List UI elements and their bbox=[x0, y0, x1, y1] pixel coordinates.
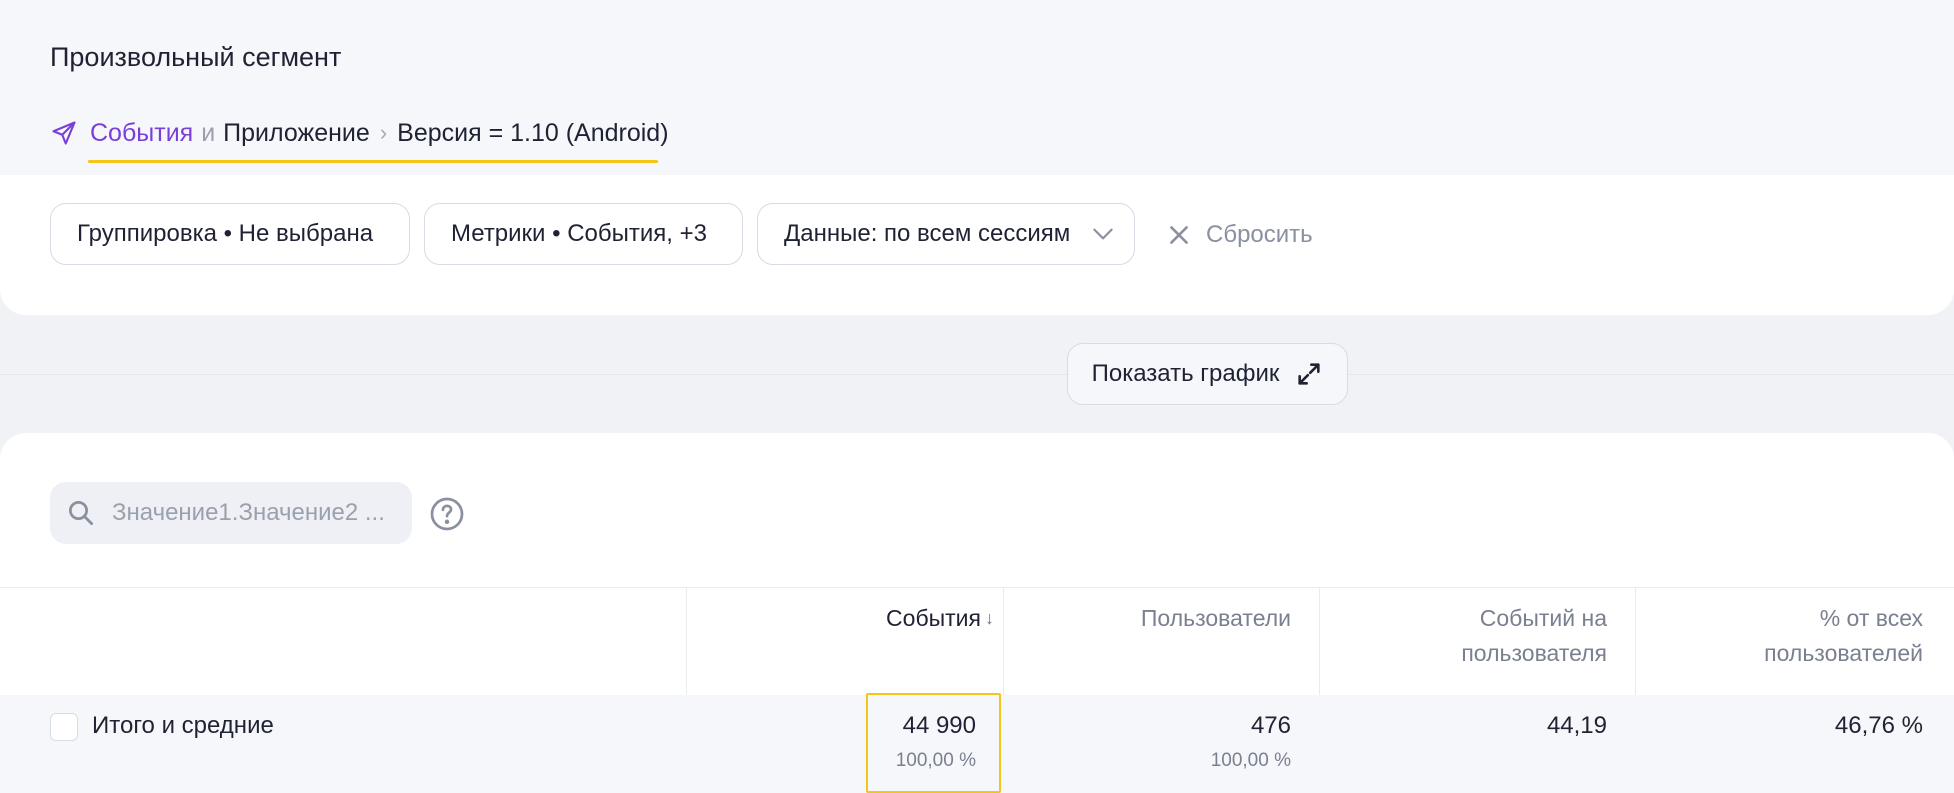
column-header-line: % от всех bbox=[1819, 605, 1923, 631]
metrics-button[interactable]: Метрики • События, +3 bbox=[424, 203, 743, 265]
divider bbox=[0, 374, 1954, 375]
total-percent-users-value: 46,76 % bbox=[1834, 712, 1923, 739]
breadcrumb-active-underline bbox=[88, 160, 658, 163]
filter-bar: Группировка • Не выбрана Метрики • Событ… bbox=[0, 175, 1954, 315]
highlighted-cell-frame bbox=[866, 693, 1001, 793]
send-icon bbox=[50, 119, 78, 147]
show-chart-label: Показать график bbox=[1091, 360, 1280, 387]
breadcrumb-and: и bbox=[201, 118, 216, 147]
total-users-share: 100,00 % bbox=[1210, 750, 1291, 771]
expand-icon bbox=[1295, 360, 1323, 388]
breadcrumb-chevron-icon: › bbox=[379, 120, 388, 145]
column-header-line: пользователей bbox=[1764, 640, 1923, 666]
column-header-events-label: События bbox=[886, 605, 981, 631]
chevron-down-icon bbox=[1090, 221, 1116, 247]
breadcrumb-app[interactable]: Приложение bbox=[223, 119, 370, 148]
data-scope-label: Данные: по всем сессиям bbox=[784, 220, 1071, 247]
help-icon[interactable] bbox=[429, 496, 465, 532]
total-events-per-user-value: 44,19 bbox=[1546, 712, 1607, 739]
grouping-button[interactable]: Группировка • Не выбрана bbox=[50, 203, 410, 265]
reset-button[interactable]: Сбросить bbox=[1166, 217, 1313, 253]
grouping-label: Группировка • Не выбрана bbox=[77, 220, 374, 247]
column-header-line: Событий на bbox=[1479, 605, 1607, 631]
metrics-label: Метрики • События, +3 bbox=[451, 220, 707, 247]
report-header: Произвольный сегмент События и Приложени… bbox=[0, 0, 1954, 175]
column-header-events[interactable]: События ↓ bbox=[886, 601, 994, 636]
show-chart-button[interactable]: Показать график bbox=[1067, 343, 1348, 405]
total-row-label: Итого и средние bbox=[92, 712, 274, 739]
data-scope-dropdown[interactable]: Данные: по всем сессиям bbox=[757, 203, 1135, 265]
column-header-users[interactable]: Пользователи bbox=[1141, 601, 1291, 636]
breadcrumb-version[interactable]: Версия = 1.10 (Android) bbox=[397, 119, 668, 148]
breadcrumb-events[interactable]: События bbox=[90, 119, 193, 148]
page-title: Произвольный сегмент bbox=[50, 42, 342, 72]
close-icon bbox=[1166, 222, 1192, 248]
reset-label: Сбросить bbox=[1206, 221, 1313, 248]
total-row-checkbox[interactable] bbox=[50, 713, 78, 741]
total-users-value: 476 bbox=[1250, 712, 1291, 739]
segment-breadcrumb[interactable]: События и Приложение › Версия = 1.10 (An… bbox=[50, 116, 669, 150]
search-input[interactable] bbox=[112, 499, 402, 527]
search-field[interactable] bbox=[50, 482, 412, 544]
column-header-events-per-user[interactable]: Событий на пользователя bbox=[1461, 601, 1607, 671]
table-header-top-border bbox=[0, 587, 1954, 588]
column-header-percent-users[interactable]: % от всех пользователей bbox=[1764, 601, 1923, 671]
search-icon bbox=[66, 498, 96, 528]
column-header-line: пользователя bbox=[1461, 640, 1607, 666]
sort-desc-icon: ↓ bbox=[985, 608, 994, 628]
column-header-users-label: Пользователи bbox=[1140, 605, 1291, 631]
report-table-card: События↓ Пользователи Событий на пользов… bbox=[0, 433, 1954, 793]
